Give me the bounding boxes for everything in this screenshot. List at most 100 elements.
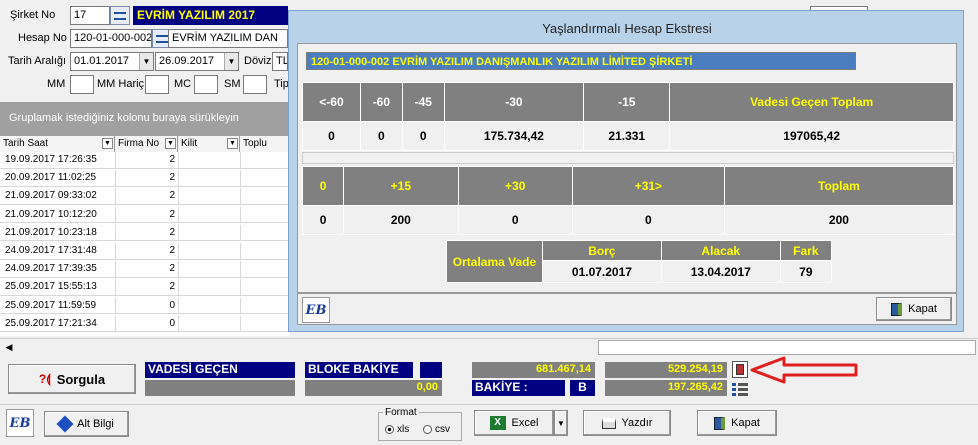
group-by-area[interactable]: Gruplamak istediğiniz kolonu buraya sürü… (0, 102, 290, 136)
chevron-down-icon: ▼ (557, 418, 565, 428)
kapat-label: Kapat (731, 417, 760, 429)
sorgula-button[interactable]: ?⟬ Sorgula (8, 364, 136, 394)
aging-value-cell: 0 (301, 205, 345, 235)
table-row[interactable]: 24.09.2017 17:31:48 2 (0, 243, 290, 260)
grid-body: 19.09.2017 17:26:35 2 20.09.2017 11:02:25 2… (0, 152, 290, 336)
scroll-left-icon[interactable]: ◀ (2, 340, 16, 354)
mm-haric-input[interactable] (145, 75, 169, 94)
cell-firma: 2 (115, 261, 177, 278)
aging-value-cell: 200 (723, 205, 955, 235)
cell-toplu (240, 261, 290, 278)
radio-unchecked-icon (423, 425, 432, 434)
cell-firma: 0 (115, 315, 177, 332)
chevron-down-icon[interactable]: ▼ (227, 138, 238, 149)
cell-firma: 2 (115, 224, 177, 241)
grid-scrollbar[interactable]: ◀ (0, 338, 978, 355)
aging-value-cell: 21.331 (583, 121, 671, 151)
printer-icon (601, 417, 616, 429)
tip-label: Tip (274, 78, 289, 90)
bloke-indicator (420, 362, 442, 378)
table-row[interactable]: 25.09.2017 11:59:59 0 (0, 297, 290, 315)
format-xls-label: xls (397, 424, 410, 435)
table-row[interactable]: 20.09.2017 11:02:25 2 (0, 170, 290, 187)
aging-table-1: <-60 -60 -45 -30 -15 Vadesi Geçen Toplam 0001… (302, 82, 954, 151)
mm-input[interactable] (70, 75, 94, 94)
sirket-no-input[interactable]: 17 (70, 6, 110, 25)
aging-report-icon[interactable] (732, 361, 748, 378)
aging-value-cell: 0 (401, 121, 445, 151)
col-header-firma[interactable]: Firma No ▼ (115, 136, 178, 152)
chevron-down-icon[interactable]: ▼ (102, 138, 113, 149)
table-row[interactable]: 21.09.2017 10:12:20 2 (0, 206, 290, 224)
cell-toplu (240, 243, 290, 259)
secondary-scroll-track[interactable] (598, 340, 976, 355)
divider (302, 152, 954, 164)
cell-date: 24.09.2017 17:31:48 (5, 245, 97, 256)
dialog-body: 120-01-000-002 EVRİM YAZILIM DANIŞMANLIK… (297, 43, 957, 293)
mc-input[interactable] (194, 75, 218, 94)
col-header-toplu[interactable]: Toplu (240, 136, 290, 152)
avg-value-borc: 01.07.2017 (542, 260, 662, 283)
excel-icon: X (489, 416, 506, 430)
dialog-title: Yaşlandırmalı Hesap Ekstresi (542, 21, 712, 36)
tarih-from-input[interactable]: 01.01.2017 ▼ (70, 52, 154, 71)
col-header-kilit[interactable]: Kilit ▼ (178, 136, 240, 152)
doviz-label: Döviz (244, 55, 272, 67)
total-value-1: 681.467,14 (472, 362, 595, 378)
bakiye-label: BAKİYE : (472, 380, 565, 396)
dialog-close-button[interactable]: Kapat (876, 297, 952, 321)
exit-door-icon (891, 302, 903, 316)
tarih-to-value: 26.09.2017 (159, 55, 215, 67)
alt-bilgi-button[interactable]: Alt Bilgi (44, 411, 129, 437)
aging-header-cell: -45 (401, 82, 445, 122)
format-legend: Format (385, 407, 417, 418)
col-header-tarih[interactable]: Tarih Saat ▼ (0, 136, 115, 152)
chevron-down-icon[interactable]: ▼ (165, 138, 176, 149)
format-csv-radio[interactable]: csv (423, 424, 450, 435)
vadesi-gecen-value (145, 380, 295, 396)
doviz-select[interactable]: TL (272, 52, 288, 71)
cell-toplu (240, 206, 290, 223)
cell-kilit (178, 188, 240, 205)
aging-header-cell: Toplam (723, 166, 955, 206)
table-row[interactable]: 25.09.2017 17:21:34 0 (0, 315, 290, 333)
cell-toplu (240, 297, 290, 314)
sirket-lookup-button[interactable] (110, 6, 130, 25)
kapat-button[interactable]: Kapat (697, 410, 777, 436)
col-label: Tarih Saat (3, 138, 49, 149)
hesap-no-input[interactable]: 120-01-000-002 (70, 29, 152, 48)
aging-header-cell: -15 (583, 82, 671, 122)
aging-header-cell: +15 (343, 166, 459, 206)
yazdir-button[interactable]: Yazdır (583, 410, 671, 436)
chevron-down-icon[interactable]: ▼ (139, 53, 153, 70)
list-view-icon[interactable] (732, 381, 748, 397)
tarih-to-input[interactable]: 26.09.2017 ▼ (155, 52, 239, 71)
format-xls-radio[interactable]: xls (385, 424, 409, 435)
sm-input[interactable] (243, 75, 267, 94)
table-row[interactable]: 21.09.2017 09:33:02 2 (0, 188, 290, 205)
excel-dropdown-button[interactable]: ▼ (554, 410, 568, 436)
summary-panel: ?⟬ Sorgula VADESİ GEÇEN BLOKE BAKİYE 0,0… (0, 356, 978, 404)
aging-value-cell: 0 (359, 121, 403, 151)
chevron-down-icon[interactable]: ▼ (224, 53, 238, 70)
cell-date: 25.09.2017 11:59:59 (5, 299, 97, 311)
table-row[interactable]: 24.09.2017 17:39:35 2 (0, 261, 290, 278)
company-field: 120-01-000-002 EVRİM YAZILIM DANIŞMANLIK… (306, 52, 856, 70)
avg-value-fark: 79 (779, 260, 833, 283)
cell-toplu (240, 279, 290, 296)
hesap-label: Hesap No (18, 32, 67, 44)
grid-header: Tarih Saat ▼ Firma No ▼ Kilit ▼ Toplu (0, 136, 290, 152)
cell-toplu (240, 188, 290, 205)
cell-firma: 2 (115, 170, 177, 187)
excel-button[interactable]: X Excel (474, 410, 554, 436)
table-row[interactable]: 19.09.2017 17:26:35 2 (0, 152, 290, 169)
table-row[interactable]: 21.09.2017 10:23:18 2 (0, 224, 290, 242)
cell-date: 21.09.2017 09:33:02 (5, 190, 97, 202)
cell-kilit (178, 261, 240, 278)
aging-value-cell: 0 (571, 205, 725, 235)
yazdir-label: Yazdır (621, 417, 653, 429)
cell-date: 21.09.2017 10:12:20 (5, 208, 97, 220)
table-row[interactable]: 25.09.2017 15:55:13 2 (0, 279, 290, 296)
cell-date: 25.09.2017 15:55:13 (5, 281, 97, 293)
cell-firma: 2 (115, 206, 177, 223)
